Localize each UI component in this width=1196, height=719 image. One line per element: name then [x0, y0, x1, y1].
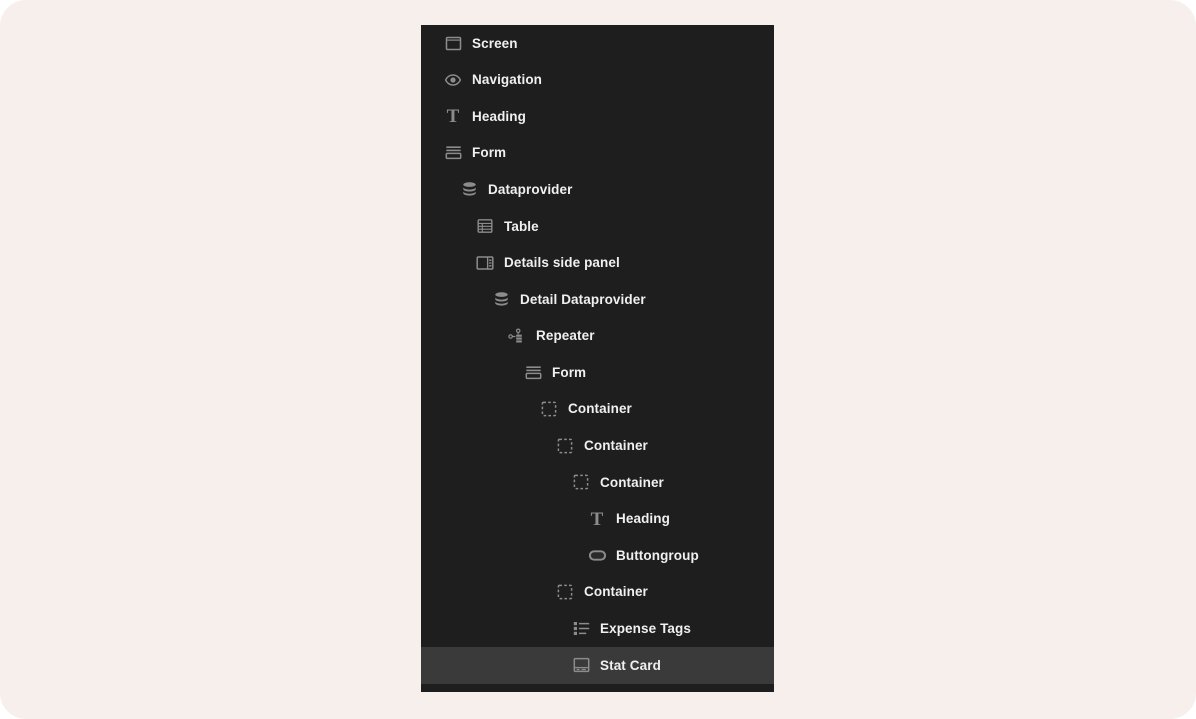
- list-icon: [571, 619, 591, 639]
- tree-row-heading[interactable]: T Heading: [421, 501, 774, 538]
- tree-row-container[interactable]: Container: [421, 464, 774, 501]
- tree-row-label: Container: [568, 401, 632, 417]
- tree-row-details-side-panel[interactable]: Details side panel: [421, 245, 774, 282]
- tree-row-screen[interactable]: Screen: [421, 25, 774, 62]
- tree-row-form[interactable]: Form: [421, 135, 774, 172]
- tree-row-label: Screen: [472, 35, 518, 51]
- tree-row-dataprovider[interactable]: Dataprovider: [421, 171, 774, 208]
- tree-row-label: Buttongroup: [616, 547, 699, 563]
- tree-row-navigation[interactable]: Navigation: [421, 62, 774, 99]
- tree-row-container[interactable]: Container: [421, 428, 774, 465]
- tree-row-expense-tags[interactable]: Expense Tags: [421, 611, 774, 648]
- form-icon: [523, 363, 543, 383]
- tree-row-label: Container: [584, 584, 648, 600]
- tree-row-label: Expense Tags: [600, 621, 691, 637]
- tree-row-label: Detail Dataprovider: [520, 291, 646, 307]
- page-canvas: Screen Navigation T Heading Form Dataprovider…: [0, 0, 1196, 719]
- eye-icon: [443, 70, 463, 90]
- tree-row-label: Heading: [616, 511, 670, 527]
- tree-row-label: Container: [600, 474, 664, 490]
- tree-row-label: Stat Card: [600, 657, 661, 673]
- tree-row-table[interactable]: Table: [421, 208, 774, 245]
- form-icon: [443, 143, 463, 163]
- tree-row-form[interactable]: Form: [421, 354, 774, 391]
- container-icon: [555, 436, 575, 456]
- container-icon: [539, 399, 559, 419]
- tree-row-detail-dataprovider[interactable]: Detail Dataprovider: [421, 281, 774, 318]
- tree-row-stat-card[interactable]: Stat Card: [421, 647, 774, 684]
- tree-row-repeater[interactable]: Repeater: [421, 318, 774, 355]
- container-icon: [555, 582, 575, 602]
- tree-row-label: Table: [504, 218, 539, 234]
- text-heading-icon: T: [590, 508, 604, 530]
- tree-row-container[interactable]: Container: [421, 391, 774, 428]
- tree-row-heading[interactable]: T Heading: [421, 98, 774, 135]
- stat-card-icon: [571, 655, 591, 675]
- buttongroup-icon: [587, 546, 607, 566]
- side-panel-icon: [475, 253, 495, 273]
- tree-row-label: Form: [472, 145, 507, 161]
- tree-row-label: Container: [584, 438, 648, 454]
- tree-row-label: Form: [552, 364, 587, 380]
- tree-row-label: Heading: [472, 108, 526, 124]
- container-icon: [571, 472, 591, 492]
- tree-row-label: Details side panel: [504, 255, 620, 271]
- database-icon: [491, 289, 511, 309]
- repeater-icon: [507, 326, 527, 346]
- tree-row-label: Navigation: [472, 72, 543, 88]
- tree-row-label: Dataprovider: [488, 181, 573, 197]
- table-icon: [475, 216, 495, 236]
- tree-row-label: Repeater: [536, 328, 595, 344]
- tree-row-container[interactable]: Container: [421, 574, 774, 611]
- database-icon: [459, 180, 479, 200]
- tree-row-buttongroup[interactable]: Buttongroup: [421, 537, 774, 574]
- screen-icon: [443, 33, 463, 53]
- text-heading-icon: T: [446, 105, 460, 127]
- component-tree-panel: Screen Navigation T Heading Form Dataprovider…: [421, 25, 774, 692]
